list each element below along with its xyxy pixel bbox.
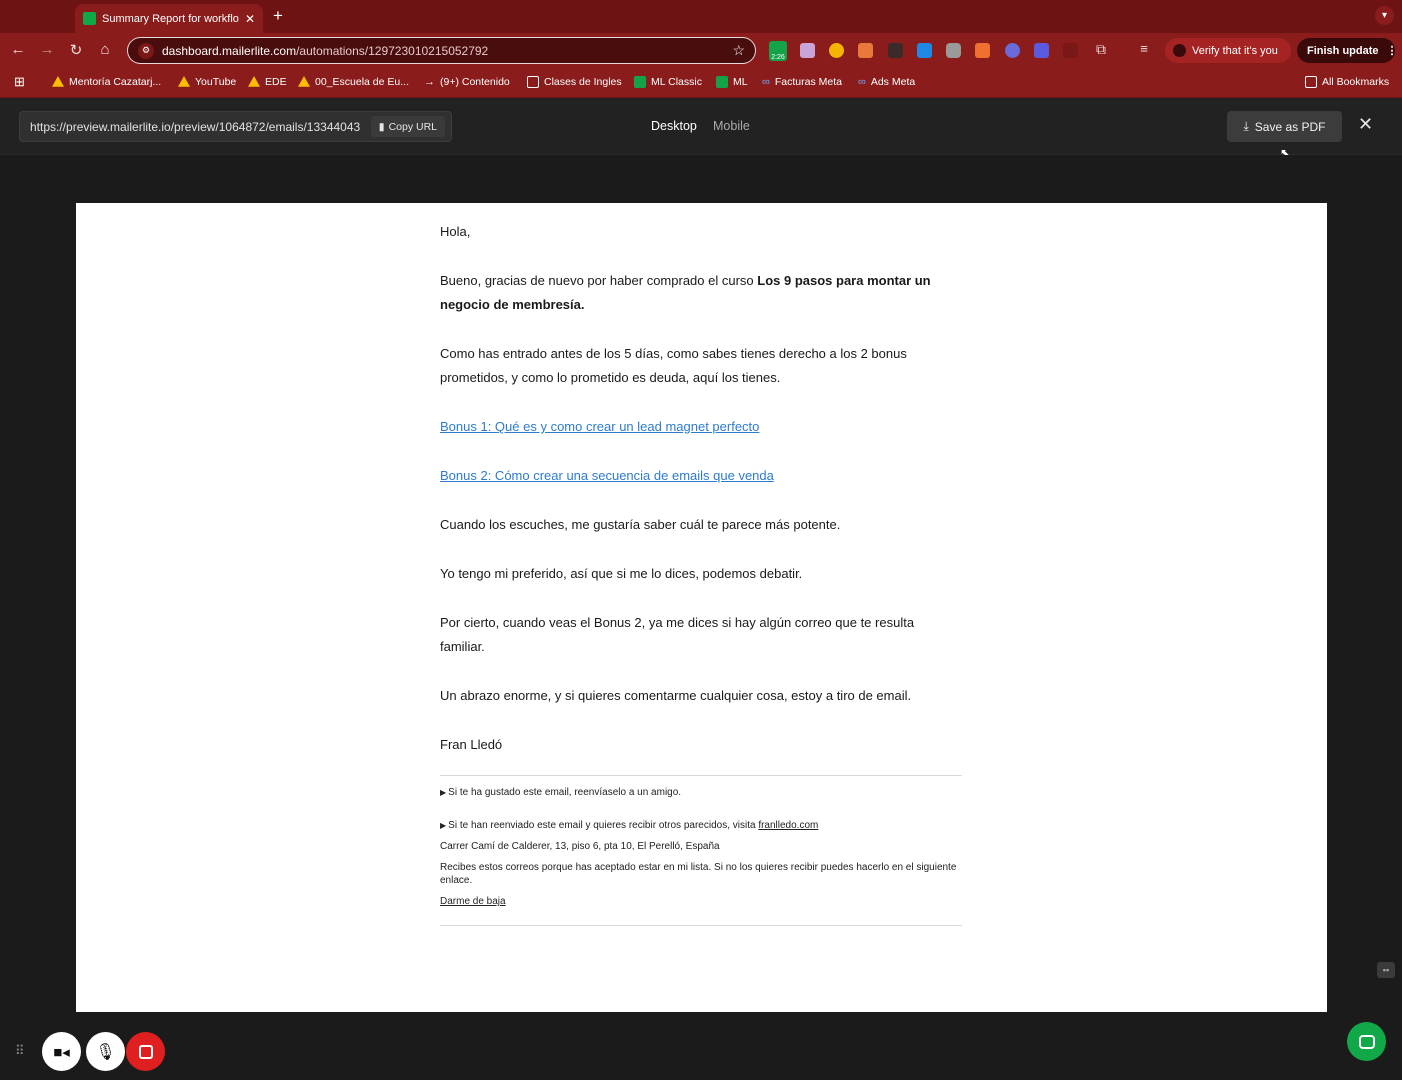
greeting: Hola, — [440, 224, 471, 239]
bookmark-item[interactable]: YouTube — [178, 76, 236, 88]
profile-avatar-icon — [1173, 44, 1186, 57]
tab-close-icon[interactable]: ✕ — [245, 12, 255, 26]
tab-bar: Summary Report for workflow ✕ + ▾ — [0, 0, 1402, 33]
email-footer: ▶ Si te ha gustado este email, reenvíasel… — [440, 775, 962, 926]
apps-grid-icon[interactable]: ⊞ — [14, 74, 25, 90]
bookmark-item[interactable]: ∞ Ads Meta — [858, 76, 915, 88]
footer-forwarded: ▶ Si te han reenviado este email y quiere… — [440, 820, 819, 831]
paragraph: Un abrazo enorme, y si quieres comentarm… — [440, 688, 912, 703]
camera-extension-icon[interactable] — [946, 43, 961, 58]
browser-toolbar: ← → ↻ ⌂ ⚙ dashboard.mailerlite.com/autom… — [0, 33, 1402, 69]
bookmark-folder[interactable]: Clases de Ingles — [527, 76, 622, 88]
extension-icon[interactable] — [917, 43, 932, 58]
save-as-pdf-button[interactable]: ⤓ Save as PDF — [1227, 111, 1342, 142]
extensions-puzzle-icon[interactable]: ⧉ — [1091, 41, 1111, 58]
bonus2-link[interactable]: Bonus 2: Cómo crear una secuencia de ema… — [440, 468, 774, 483]
email-canvas: Hola, Bueno, gracias de nuevo por haber … — [76, 203, 1327, 1012]
all-bookmarks-folder[interactable]: All Bookmarks — [1305, 76, 1389, 88]
clipboard-icon: ▮ — [378, 120, 385, 133]
tab-mobile[interactable]: Mobile — [713, 119, 750, 133]
site-info-icon[interactable]: ⚙ — [138, 42, 154, 59]
extension-icon[interactable] — [1005, 43, 1020, 58]
signature: Fran Lledó — [440, 737, 503, 752]
paragraph: Cuando los escuches, me gustaría saber c… — [440, 517, 841, 532]
tab-search-icon[interactable]: ▾ — [1375, 6, 1394, 25]
reading-list-icon[interactable]: ≡ — [1134, 41, 1154, 56]
extension-icon[interactable] — [858, 43, 873, 58]
copy-url-button[interactable]: ▮ Copy URL — [370, 116, 445, 137]
bookmark-item[interactable]: ∞ Facturas Meta — [762, 76, 842, 88]
more-menu-icon: ⋮ — [1386, 45, 1398, 57]
footer-forward: ▶ Si te ha gustado este email, reenvíasel… — [440, 787, 682, 798]
extension-icon[interactable] — [888, 43, 903, 58]
bookmarks-bar: ⊞ Mentoría Cazatarj... YouTube EDE 00_Es… — [0, 69, 1402, 98]
stop-icon — [138, 1044, 153, 1059]
calendar-extension-icon[interactable]: 2:26 — [769, 41, 787, 61]
footer-address: Carrer Camí de Calderer, 13, piso 6, pta… — [440, 841, 720, 852]
drag-handle-icon[interactable]: ⠿ — [15, 1043, 30, 1061]
chat-bubble-icon — [1358, 1034, 1375, 1049]
paragraph: Bueno, gracias de nuevo por haber compra… — [440, 273, 931, 312]
email-body: Hola, Bueno, gracias de nuevo por haber … — [440, 220, 962, 926]
extension-icon[interactable] — [975, 43, 990, 58]
triangle-right-icon: ▶ — [440, 821, 447, 830]
triangle-right-icon: ▶ — [440, 788, 447, 797]
bookmark-item[interactable]: → (9+) Contenido — [424, 76, 510, 88]
tab-desktop[interactable]: Desktop — [651, 119, 697, 133]
preview-stage: Hola, Bueno, gracias de nuevo por haber … — [0, 155, 1402, 1080]
preview-header: https://preview.mailerlite.io/preview/10… — [0, 98, 1402, 155]
back-icon[interactable]: ← — [8, 41, 28, 58]
bookmark-star-icon[interactable]: ☆ — [732, 42, 745, 59]
paragraph: Por cierto, cuando veas el Bonus 2, ya m… — [440, 615, 915, 654]
bookmark-item[interactable]: Mentoría Cazatarj... — [52, 76, 161, 88]
microphone-icon: 🎙 — [95, 1043, 116, 1061]
bookmark-item[interactable]: ML — [716, 76, 748, 88]
website-link[interactable]: franlledo.com — [758, 820, 818, 831]
paragraph: Como has entrado antes de los 5 días, co… — [440, 346, 907, 385]
verify-identity-button[interactable]: Verify that it's you — [1165, 38, 1291, 63]
paragraph: Yo tengo mi preferido, así que si me lo … — [440, 566, 803, 581]
download-icon: ⤓ — [1243, 119, 1249, 133]
close-preview-icon[interactable]: ✕ — [1358, 114, 1373, 135]
stop-recording-button[interactable] — [126, 1032, 165, 1071]
unsubscribe-link[interactable]: Darme de baja — [440, 896, 506, 907]
microphone-button[interactable]: 🎙 — [86, 1032, 125, 1071]
extension-icon[interactable] — [1034, 43, 1049, 58]
reload-icon[interactable]: ↻ — [66, 41, 86, 59]
finish-update-button[interactable]: Finish update ⋮ — [1297, 38, 1398, 63]
bookmark-item[interactable]: ML Classic — [634, 76, 702, 88]
extension-icon[interactable] — [1063, 43, 1078, 58]
address-url: dashboard.mailerlite.com/automations/129… — [162, 43, 489, 58]
extension-icon[interactable] — [800, 43, 815, 58]
bookmark-item[interactable]: 00_Escuela de Eu... — [298, 76, 409, 88]
chat-support-button[interactable] — [1347, 1022, 1386, 1061]
video-camera-icon: ■◂ — [53, 1043, 70, 1061]
home-icon[interactable]: ⌂ — [95, 41, 115, 58]
forward-icon[interactable]: → — [37, 41, 57, 58]
new-tab-button[interactable]: + — [273, 6, 283, 26]
sheets-favicon-icon — [83, 12, 96, 25]
address-bar[interactable]: ⚙ dashboard.mailerlite.com/automations/1… — [127, 37, 756, 64]
browser-tab[interactable]: Summary Report for workflow ✕ — [75, 4, 263, 33]
footer-reason: Recibes estos correos porque has aceptad… — [440, 862, 957, 886]
extension-icon[interactable] — [829, 43, 844, 58]
tab-title: Summary Report for workflow — [102, 12, 239, 25]
widget-icon[interactable]: ▪▪ — [1377, 962, 1395, 978]
camera-button[interactable]: ■◂ — [42, 1032, 81, 1071]
bonus1-link[interactable]: Bonus 1: Qué es y como crear un lead mag… — [440, 419, 759, 434]
preview-url-field[interactable]: https://preview.mailerlite.io/preview/10… — [19, 111, 452, 142]
bookmark-item[interactable]: EDE — [248, 76, 287, 88]
